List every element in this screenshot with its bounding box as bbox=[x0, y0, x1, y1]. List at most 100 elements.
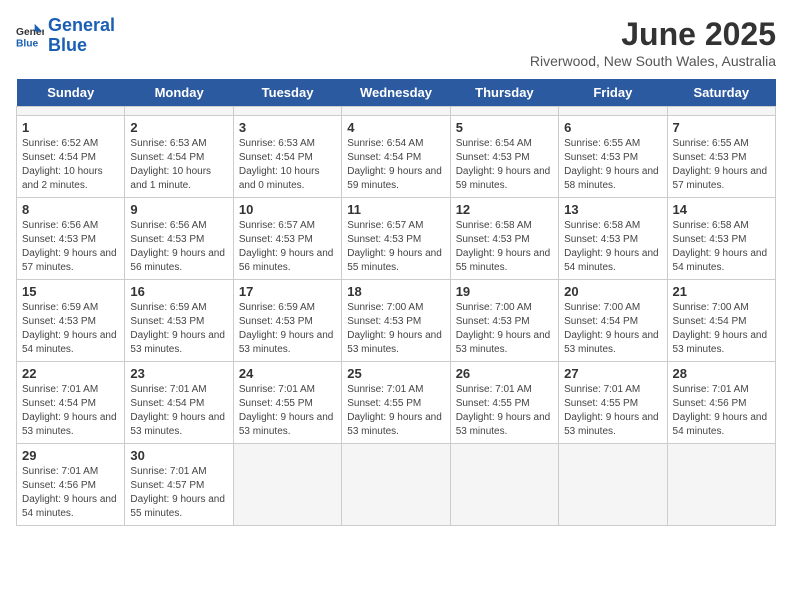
calendar-cell: 4 Sunrise: 6:54 AMSunset: 4:54 PMDaylight… bbox=[342, 116, 450, 198]
calendar-cell: 23Sunrise: 7:01 AMSunset: 4:54 PMDayligh… bbox=[125, 362, 233, 444]
calendar-cell: 6 Sunrise: 6:55 AMSunset: 4:53 PMDaylight… bbox=[559, 116, 667, 198]
calendar-row bbox=[17, 107, 776, 116]
calendar-cell bbox=[233, 107, 341, 116]
cell-detail: Sunrise: 7:01 AMSunset: 4:56 PMDaylight:… bbox=[673, 383, 770, 439]
day-number: 6 bbox=[564, 120, 661, 135]
calendar-cell bbox=[667, 107, 775, 116]
cell-detail: Sunrise: 6:53 AMSunset: 4:54 PMDaylight:… bbox=[130, 137, 227, 193]
calendar-row: 29 Sunrise: 7:01 AMSunset: 4:56 PMDayligh… bbox=[17, 444, 776, 526]
day-number: 9 bbox=[130, 202, 227, 217]
cell-detail: Sunrise: 7:00 AMSunset: 4:53 PMDaylight:… bbox=[347, 301, 444, 357]
calendar-cell: 20Sunrise: 7:00 AMSunset: 4:54 PMDayligh… bbox=[559, 280, 667, 362]
month-title: June 2025 bbox=[530, 16, 776, 53]
day-number: 16 bbox=[130, 284, 227, 299]
svg-text:Blue: Blue bbox=[16, 38, 39, 49]
calendar-cell: 9Sunrise: 6:56 AMSunset: 4:53 PMDaylight… bbox=[125, 198, 233, 280]
cell-detail: Sunrise: 6:58 AMSunset: 4:53 PMDaylight:… bbox=[564, 219, 661, 275]
calendar-cell bbox=[667, 444, 775, 526]
calendar-cell: 25 Sunrise: 7:01 AMSunset: 4:55 PMDayligh… bbox=[342, 362, 450, 444]
day-number: 15 bbox=[22, 284, 119, 299]
cell-detail: Sunrise: 6:54 AMSunset: 4:53 PMDaylight:… bbox=[456, 137, 553, 193]
calendar-cell: 26Sunrise: 7:01 AMSunset: 4:55 PMDayligh… bbox=[450, 362, 558, 444]
calendar-row: 8 Sunrise: 6:56 AMSunset: 4:53 PMDaylight… bbox=[17, 198, 776, 280]
cell-detail: Sunrise: 6:56 AMSunset: 4:53 PMDaylight:… bbox=[22, 219, 119, 275]
col-friday: Friday bbox=[559, 79, 667, 107]
cell-detail: Sunrise: 6:59 AMSunset: 4:53 PMDaylight:… bbox=[130, 301, 227, 357]
col-wednesday: Wednesday bbox=[342, 79, 450, 107]
day-number: 12 bbox=[456, 202, 553, 217]
calendar-cell bbox=[125, 107, 233, 116]
logo: General Blue General Blue bbox=[16, 16, 115, 56]
cell-detail: Sunrise: 7:01 AMSunset: 4:55 PMDaylight:… bbox=[564, 383, 661, 439]
day-number: 17 bbox=[239, 284, 336, 299]
day-number: 18 bbox=[347, 284, 444, 299]
calendar-cell: 28 Sunrise: 7:01 AMSunset: 4:56 PMDayligh… bbox=[667, 362, 775, 444]
header-row: Sunday Monday Tuesday Wednesday Thursday… bbox=[17, 79, 776, 107]
calendar-cell bbox=[342, 444, 450, 526]
cell-detail: Sunrise: 7:00 AMSunset: 4:53 PMDaylight:… bbox=[456, 301, 553, 357]
cell-detail: Sunrise: 7:01 AMSunset: 4:56 PMDaylight:… bbox=[22, 465, 119, 521]
calendar-cell: 22Sunrise: 7:01 AMSunset: 4:54 PMDayligh… bbox=[17, 362, 125, 444]
day-number: 4 bbox=[347, 120, 444, 135]
day-number: 30 bbox=[130, 448, 227, 463]
calendar-cell: 21Sunrise: 7:00 AMSunset: 4:54 PMDayligh… bbox=[667, 280, 775, 362]
cell-detail: Sunrise: 7:01 AMSunset: 4:57 PMDaylight:… bbox=[130, 465, 227, 521]
cell-detail: Sunrise: 6:58 AMSunset: 4:53 PMDaylight:… bbox=[673, 219, 770, 275]
day-number: 7 bbox=[673, 120, 770, 135]
logo-blue: Blue bbox=[48, 35, 87, 55]
calendar-cell: 27 Sunrise: 7:01 AMSunset: 4:55 PMDayligh… bbox=[559, 362, 667, 444]
calendar-cell bbox=[559, 107, 667, 116]
day-number: 10 bbox=[239, 202, 336, 217]
calendar-cell: 5Sunrise: 6:54 AMSunset: 4:53 PMDaylight… bbox=[450, 116, 558, 198]
calendar-cell bbox=[450, 107, 558, 116]
cell-detail: Sunrise: 6:57 AMSunset: 4:53 PMDaylight:… bbox=[347, 219, 444, 275]
day-number: 3 bbox=[239, 120, 336, 135]
calendar-cell: 16 Sunrise: 6:59 AMSunset: 4:53 PMDayligh… bbox=[125, 280, 233, 362]
day-number: 29 bbox=[22, 448, 119, 463]
cell-detail: Sunrise: 6:57 AMSunset: 4:53 PMDaylight:… bbox=[239, 219, 336, 275]
cell-detail: Sunrise: 6:59 AMSunset: 4:53 PMDaylight:… bbox=[239, 301, 336, 357]
cell-detail: Sunrise: 6:53 AMSunset: 4:54 PMDaylight:… bbox=[239, 137, 336, 193]
cell-detail: Sunrise: 7:01 AMSunset: 4:55 PMDaylight:… bbox=[239, 383, 336, 439]
calendar-cell: 8 Sunrise: 6:56 AMSunset: 4:53 PMDaylight… bbox=[17, 198, 125, 280]
calendar-cell: 11 Sunrise: 6:57 AMSunset: 4:53 PMDayligh… bbox=[342, 198, 450, 280]
day-number: 13 bbox=[564, 202, 661, 217]
day-number: 25 bbox=[347, 366, 444, 381]
day-number: 24 bbox=[239, 366, 336, 381]
svg-text:General: General bbox=[16, 27, 44, 38]
calendar-cell: 18 Sunrise: 7:00 AMSunset: 4:53 PMDayligh… bbox=[342, 280, 450, 362]
col-tuesday: Tuesday bbox=[233, 79, 341, 107]
calendar-row: 1Sunrise: 6:52 AMSunset: 4:54 PMDaylight… bbox=[17, 116, 776, 198]
cell-detail: Sunrise: 6:55 AMSunset: 4:53 PMDaylight:… bbox=[564, 137, 661, 193]
calendar-cell bbox=[342, 107, 450, 116]
cell-detail: Sunrise: 7:01 AMSunset: 4:54 PMDaylight:… bbox=[22, 383, 119, 439]
col-monday: Monday bbox=[125, 79, 233, 107]
location: Riverwood, New South Wales, Australia bbox=[530, 53, 776, 69]
logo-general: General bbox=[48, 15, 115, 35]
calendar-cell bbox=[233, 444, 341, 526]
calendar-cell: 24 Sunrise: 7:01 AMSunset: 4:55 PMDayligh… bbox=[233, 362, 341, 444]
calendar-cell: 15Sunrise: 6:59 AMSunset: 4:53 PMDayligh… bbox=[17, 280, 125, 362]
calendar-cell: 19Sunrise: 7:00 AMSunset: 4:53 PMDayligh… bbox=[450, 280, 558, 362]
calendar-cell: 29 Sunrise: 7:01 AMSunset: 4:56 PMDayligh… bbox=[17, 444, 125, 526]
day-number: 27 bbox=[564, 366, 661, 381]
day-number: 2 bbox=[130, 120, 227, 135]
calendar-cell: 2 Sunrise: 6:53 AMSunset: 4:54 PMDaylight… bbox=[125, 116, 233, 198]
calendar-cell: 1Sunrise: 6:52 AMSunset: 4:54 PMDaylight… bbox=[17, 116, 125, 198]
calendar-table: Sunday Monday Tuesday Wednesday Thursday… bbox=[16, 79, 776, 526]
day-number: 28 bbox=[673, 366, 770, 381]
calendar-cell bbox=[450, 444, 558, 526]
calendar-cell: 10 Sunrise: 6:57 AMSunset: 4:53 PMDayligh… bbox=[233, 198, 341, 280]
day-number: 11 bbox=[347, 202, 444, 217]
cell-detail: Sunrise: 7:01 AMSunset: 4:55 PMDaylight:… bbox=[347, 383, 444, 439]
cell-detail: Sunrise: 6:54 AMSunset: 4:54 PMDaylight:… bbox=[347, 137, 444, 193]
day-number: 8 bbox=[22, 202, 119, 217]
col-thursday: Thursday bbox=[450, 79, 558, 107]
calendar-cell bbox=[17, 107, 125, 116]
cell-detail: Sunrise: 6:58 AMSunset: 4:53 PMDaylight:… bbox=[456, 219, 553, 275]
day-number: 20 bbox=[564, 284, 661, 299]
col-sunday: Sunday bbox=[17, 79, 125, 107]
cell-detail: Sunrise: 7:00 AMSunset: 4:54 PMDaylight:… bbox=[673, 301, 770, 357]
col-saturday: Saturday bbox=[667, 79, 775, 107]
calendar-cell bbox=[559, 444, 667, 526]
